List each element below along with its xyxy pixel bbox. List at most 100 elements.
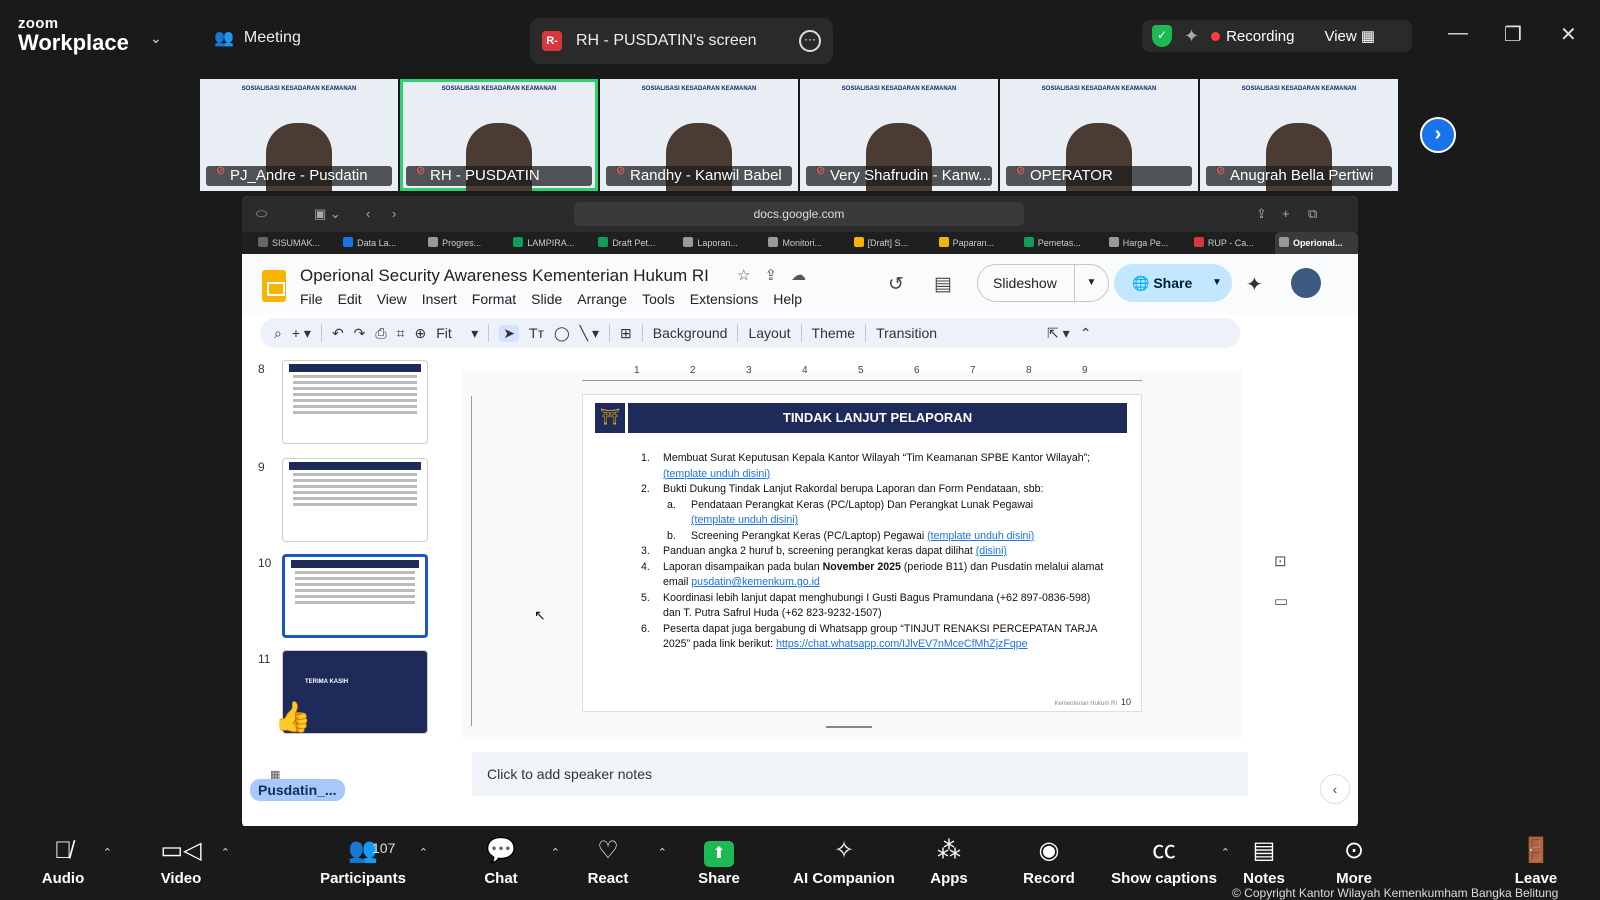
new-slide-icon[interactable]: + ▾ — [292, 325, 311, 342]
browser-tab[interactable]: Progres... — [424, 232, 507, 254]
undo-icon[interactable]: ↶ — [332, 325, 344, 342]
version-history-icon[interactable]: ↺ — [888, 273, 904, 296]
menu-item-tools[interactable]: Tools — [642, 291, 675, 307]
notes-resize-handle[interactable] — [826, 726, 872, 728]
text-box-icon[interactable]: Tт — [529, 325, 544, 341]
gemini-icon[interactable]: ✦ — [1246, 272, 1263, 297]
template-link[interactable]: (template unduh disini) — [927, 530, 1034, 542]
sidebar-toggle-icon[interactable]: ▣ ⌄ — [314, 206, 341, 222]
avatar[interactable] — [1289, 266, 1323, 300]
zoom-select[interactable]: Fit ▾ — [436, 325, 478, 342]
browser-tab[interactable]: Operional... — [1274, 232, 1358, 254]
transition-button[interactable]: Transition — [876, 325, 937, 341]
menu-item-insert[interactable]: Insert — [422, 291, 457, 307]
slide-thumbnail-8[interactable] — [282, 360, 428, 444]
meeting-tab[interactable]: 👥 Meeting — [214, 28, 301, 48]
chevron-down-icon[interactable]: ⌄ — [150, 30, 162, 47]
layout-button[interactable]: Layout — [748, 325, 790, 341]
side-panel-image-icon[interactable]: ⊡ — [1274, 552, 1287, 570]
speaker-notes[interactable]: Click to add speaker notes — [472, 752, 1248, 796]
slide-thumbnail-10[interactable] — [282, 554, 428, 638]
shared-screen-pill[interactable]: R- RH - PUSDATIN's screen ··· — [530, 18, 833, 64]
template-link[interactable]: (template unduh disini) — [663, 468, 770, 480]
notes-button[interactable]: ▤ Notes — [1224, 834, 1304, 887]
move-folder-icon[interactable]: ⇪ — [764, 266, 777, 284]
back-icon[interactable]: ‹ — [366, 206, 370, 221]
guide-link[interactable]: (disini) — [976, 545, 1007, 557]
select-tool-icon[interactable]: ➤ — [499, 324, 520, 342]
redo-icon[interactable]: ↷ — [354, 325, 366, 342]
slide-thumbnail-9[interactable] — [282, 458, 428, 542]
cloud-saved-icon[interactable]: ☁ — [791, 266, 806, 284]
participant-tile[interactable]: SOSIALISASI KESADARAN KEAMANAN ⊘ PJ_Andre … — [200, 79, 398, 191]
browser-tab[interactable]: [Draft] S... — [850, 232, 933, 254]
collapse-side-panel-button[interactable]: ‹ — [1320, 774, 1350, 804]
address-bar[interactable]: docs.google.com — [574, 202, 1024, 226]
print-icon[interactable]: ⎙ — [375, 325, 386, 342]
video-button[interactable]: ▭◁ Video ⌃ — [126, 834, 236, 887]
audio-button[interactable]: 🎙̸ Audio ⌃ — [8, 834, 118, 887]
ai-sparkle-icon[interactable]: ✦ — [1184, 26, 1199, 47]
record-button[interactable]: ◉ Record — [994, 834, 1104, 887]
menu-item-extensions[interactable]: Extensions — [690, 291, 758, 307]
more-button[interactable]: ⊙ More — [1314, 834, 1394, 887]
forward-icon[interactable]: › — [392, 206, 396, 221]
ai-companion-button[interactable]: ✧ AI Companion — [784, 834, 904, 887]
share-dropdown-icon[interactable]: ▼ — [1202, 264, 1232, 302]
side-panel-folder-icon[interactable]: ▭ — [1274, 592, 1288, 610]
chat-button[interactable]: 💬 Chat ⌃ — [446, 834, 560, 887]
menu-item-help[interactable]: Help — [773, 291, 802, 307]
current-slide[interactable]: ⛩ TINDAK LANJUT PELAPORAN 1. Membuat Sura… — [582, 394, 1142, 712]
participant-tile[interactable]: SOSIALISASI KESADARAN KEAMANAN ⊘ Anugrah B… — [1200, 79, 1398, 191]
video-options-caret-icon[interactable]: ⌃ — [221, 846, 230, 859]
theme-button[interactable]: Theme — [812, 325, 856, 341]
email-link[interactable]: pusdatin@kemenkum.go.id — [691, 576, 820, 588]
minimize-icon[interactable]: — — [1448, 22, 1468, 45]
star-icon[interactable]: ☆ — [737, 266, 750, 284]
tab-overview-icon[interactable]: ⧉ — [1308, 206, 1317, 222]
google-slides-logo[interactable] — [262, 270, 286, 302]
slideshow-dropdown-icon[interactable]: ▼ — [1074, 265, 1108, 301]
zoom-icon[interactable]: ⊕ — [415, 325, 427, 342]
share-screen-button[interactable]: ⬆ Share — [664, 834, 774, 887]
browser-tab[interactable]: Paparan... — [935, 232, 1018, 254]
browser-tab[interactable]: Monitori... — [764, 232, 847, 254]
participant-tile[interactable]: SOSIALISASI KESADARAN KEAMANAN ⊘ RH - PUSD… — [400, 79, 598, 191]
audio-options-caret-icon[interactable]: ⌃ — [103, 846, 112, 859]
menu-item-arrange[interactable]: Arrange — [577, 291, 627, 307]
security-shield-icon[interactable]: ✓ — [1152, 25, 1172, 47]
browser-tab[interactable]: Harga Pe... — [1105, 232, 1188, 254]
browser-tab[interactable]: SISUMAK... — [254, 232, 337, 254]
slideshow-button[interactable]: Slideshow ▼ — [977, 264, 1109, 302]
share-page-icon[interactable]: ⇪ — [1256, 206, 1267, 222]
add-comment-icon[interactable]: ⊞ — [620, 325, 632, 342]
menu-item-view[interactable]: View — [377, 291, 407, 307]
document-title[interactable]: Operional Security Awareness Kementerian… — [300, 266, 709, 286]
restore-icon[interactable]: ❐ — [1504, 22, 1522, 47]
apps-button[interactable]: ⁂ Apps — [894, 834, 1004, 887]
browser-tab[interactable]: RUP - Ca... — [1190, 232, 1273, 254]
new-tab-icon[interactable]: + — [1282, 206, 1290, 221]
participant-tile[interactable]: SOSIALISASI KESADARAN KEAMANAN ⊘ Very Shaf… — [800, 79, 998, 191]
background-button[interactable]: Background — [653, 325, 728, 341]
recording-indicator[interactable]: Recording — [1211, 28, 1294, 45]
leave-button[interactable]: 🚪 Leave — [1496, 834, 1576, 887]
shape-icon[interactable]: ◯ — [554, 325, 570, 342]
pointer-mode-icon[interactable]: ⇱ ▾ — [1047, 325, 1070, 342]
browser-tab[interactable]: Data La... — [339, 232, 422, 254]
menu-item-format[interactable]: Format — [472, 291, 516, 307]
line-icon[interactable]: ╲ ▾ — [580, 325, 599, 342]
template-link[interactable]: (template unduh disini) — [691, 514, 798, 526]
paint-format-icon[interactable]: ⌗ — [397, 325, 405, 342]
browser-tab[interactable]: Pemetas... — [1020, 232, 1103, 254]
docs-share-button[interactable]: 🌐 Share ▼ — [1114, 264, 1232, 302]
browser-traffic-lights[interactable]: ⬭ — [256, 206, 267, 222]
show-captions-button[interactable]: ㏄ Show captions ⌃ — [1104, 834, 1230, 887]
next-page-button[interactable]: › — [1420, 117, 1456, 153]
menu-item-file[interactable]: File — [300, 291, 323, 307]
react-button[interactable]: ♡ React ⌃ — [553, 834, 667, 887]
view-button[interactable]: View ▦ — [1324, 27, 1375, 45]
collapse-toolbar-icon[interactable]: ⌃ — [1080, 325, 1092, 342]
participants-button[interactable]: 👥 107 Participants ⌃ — [308, 834, 428, 887]
participants-options-caret-icon[interactable]: ⌃ — [419, 846, 428, 859]
